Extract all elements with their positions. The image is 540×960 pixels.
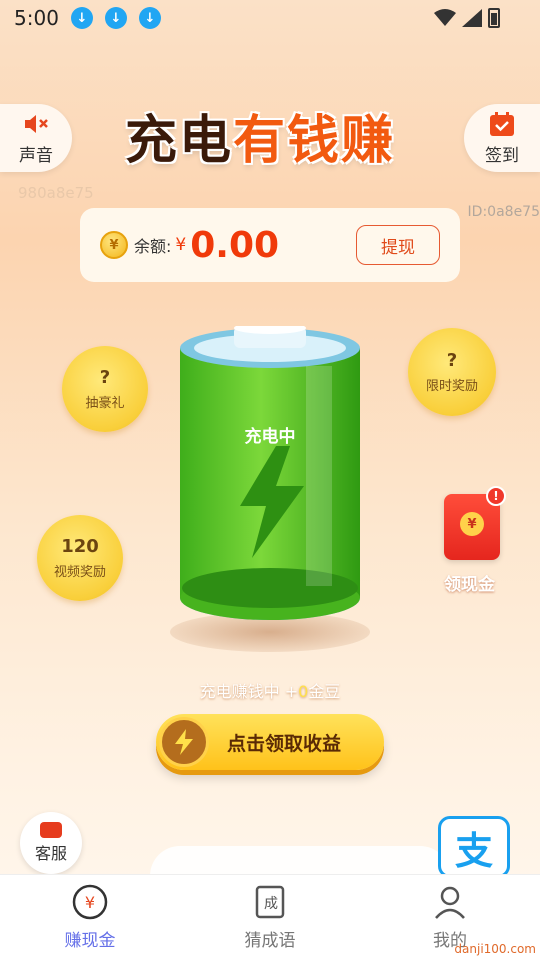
service-label: 客服 [34,844,67,863]
limited-reward-bubble[interactable]: ? 限时奖励 [408,328,496,416]
customer-service-button[interactable]: 客服 [20,812,82,874]
balance-currency: ¥ [175,235,187,255]
video-reward-bubble[interactable]: 120 视频奖励 [37,515,123,601]
status-time: 5:00 [14,6,59,30]
site-watermark: danji100.com [454,942,536,956]
bottom-nav: ¥ 赚现金 成 猜成语 我的 danji100.com [0,874,540,960]
red-packet-button[interactable]: ¥ ! [444,486,506,560]
user-id-label: ID:0a8e75 [467,204,540,220]
nav-earn-cash[interactable]: ¥ 赚现金 [0,875,180,960]
title-part: 充电 [125,111,234,171]
bubble-label: 限时奖励 [425,379,478,394]
notification-badge: ! [486,486,506,506]
page-title: 充电有钱赚 [125,98,395,173]
charging-status: 充电中 [244,427,296,447]
wifi-icon [434,9,456,26]
download-icon: ↓ [138,7,161,29]
status-bar: 5:00 ↓ ↓ ↓ [0,0,540,36]
balance-label: 余额: [134,237,172,256]
red-packet-label: 领现金 [444,575,495,595]
title-highlight: 有钱赚 [233,111,396,171]
sound-label: 声音 [19,145,53,166]
lightning-icon [159,717,209,767]
yuan-circle-icon: ¥ [72,884,108,920]
bubble-value: ? [446,350,458,371]
charging-battery: 充电中 [178,322,362,626]
yuan-seal-icon: ¥ [460,512,484,536]
chat-icon [40,822,62,838]
svg-text:¥: ¥ [85,893,95,912]
book-icon: 成 [252,884,288,920]
download-icon: ↓ [70,7,93,29]
svg-text:成: 成 [264,896,278,912]
lottery-bubble[interactable]: ? 抽豪礼 [62,346,148,432]
alipay-icon[interactable]: 支 [438,816,510,878]
bubble-value: 120 [61,536,99,557]
earning-prefix: 充电赚钱中 + [199,682,299,701]
mute-speaker-icon [25,114,48,133]
claim-label: 点击领取收益 [227,732,342,755]
calendar-check-icon [490,111,514,136]
bubble-value: ? [99,367,111,388]
coin-icon: ¥ [100,231,128,259]
earning-amount: 0 [298,682,309,701]
user-id-watermark: 980a8e75 [18,184,94,202]
download-icon: ↓ [104,7,127,29]
signal-icon [462,9,482,27]
earning-unit: 金豆 [308,682,341,701]
user-icon [432,884,468,920]
claim-earnings-button[interactable]: 点击领取收益 [156,714,384,770]
withdraw-button[interactable]: 提现 [356,225,440,265]
battery-status-icon [488,8,500,28]
earning-text: 充电赚钱中 +0金豆 [0,678,540,702]
balance-value: 0.00 [190,224,280,266]
nav-label: 猜成语 [244,931,296,951]
battery-graphic [180,322,360,620]
bubble-label: 抽豪礼 [85,396,125,411]
nav-label: 赚现金 [64,931,116,951]
signin-label: 签到 [485,145,519,166]
signin-button[interactable]: 签到 [464,104,540,172]
balance-card: ¥ 余额: ¥ 0.00 提现 [80,208,460,282]
sound-button[interactable]: 声音 [0,104,72,172]
bubble-label: 视频奖励 [53,565,106,580]
nav-idiom[interactable]: 成 猜成语 [180,875,360,960]
